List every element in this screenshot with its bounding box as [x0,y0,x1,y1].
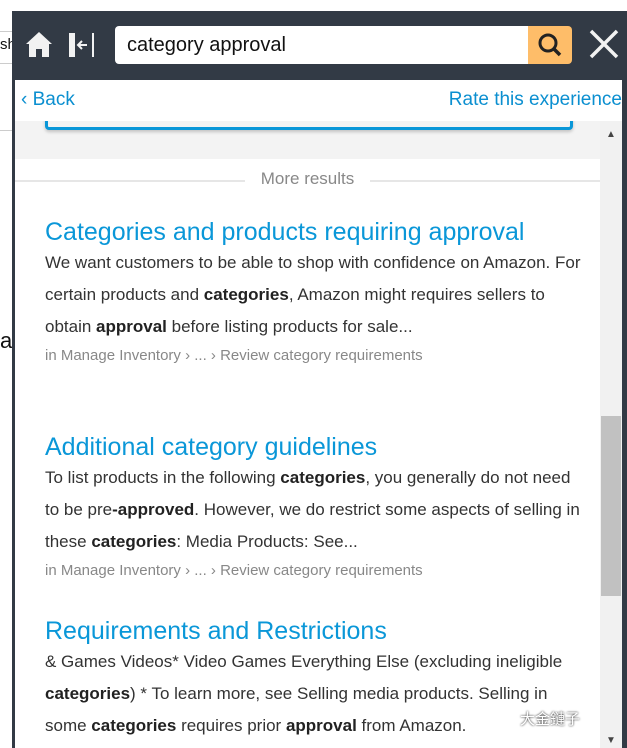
search-button[interactable] [528,26,572,64]
rate-experience-link[interactable]: Rate this experience [449,89,622,111]
results-list: More results Categories and products req… [15,121,600,748]
collapse-panel-icon[interactable] [67,31,97,59]
result-path: in Manage Inventory › ... › Review categ… [45,347,423,364]
answer-area [15,121,600,159]
help-panel: category approval ‹ Back Rate this exper… [12,11,627,748]
nav-bar: ‹ Back Rate this experience [15,80,622,121]
search-icon [538,33,562,57]
answer-box [45,121,573,130]
close-icon[interactable] [587,27,621,61]
back-link[interactable]: ‹ Back [21,89,75,111]
result-title[interactable]: Additional category guidelines [45,432,585,462]
scroll-up-arrow-icon[interactable]: ▲ [606,129,616,140]
result-snippet: & Games Videos* Video Games Everything E… [45,652,563,735]
scrollbar-thumb[interactable] [601,416,621,596]
result-item: Requirements and Restrictions & Games Vi… [45,616,585,742]
result-item: Categories and products requiring approv… [45,217,585,367]
watermark: 大金鏈子 [520,711,581,728]
back-label: Back [32,89,75,110]
search-input[interactable]: category approval [115,26,528,64]
result-item: Additional category guidelines To list p… [45,432,585,582]
more-results-heading: More results [15,169,600,189]
result-snippet: To list products in the following catego… [45,468,580,551]
home-icon[interactable] [24,29,54,59]
result-title[interactable]: Categories and products requiring approv… [45,217,585,247]
result-snippet: We want customers to be able to shop wit… [45,253,581,336]
more-results-label: More results [248,169,367,188]
result-title[interactable]: Requirements and Restrictions [45,616,585,646]
scroll-down-arrow-icon[interactable]: ▼ [606,735,616,746]
scrollbar[interactable]: ▲ ▼ [600,121,622,748]
result-path: in Manage Inventory › ... › Review categ… [45,562,423,579]
